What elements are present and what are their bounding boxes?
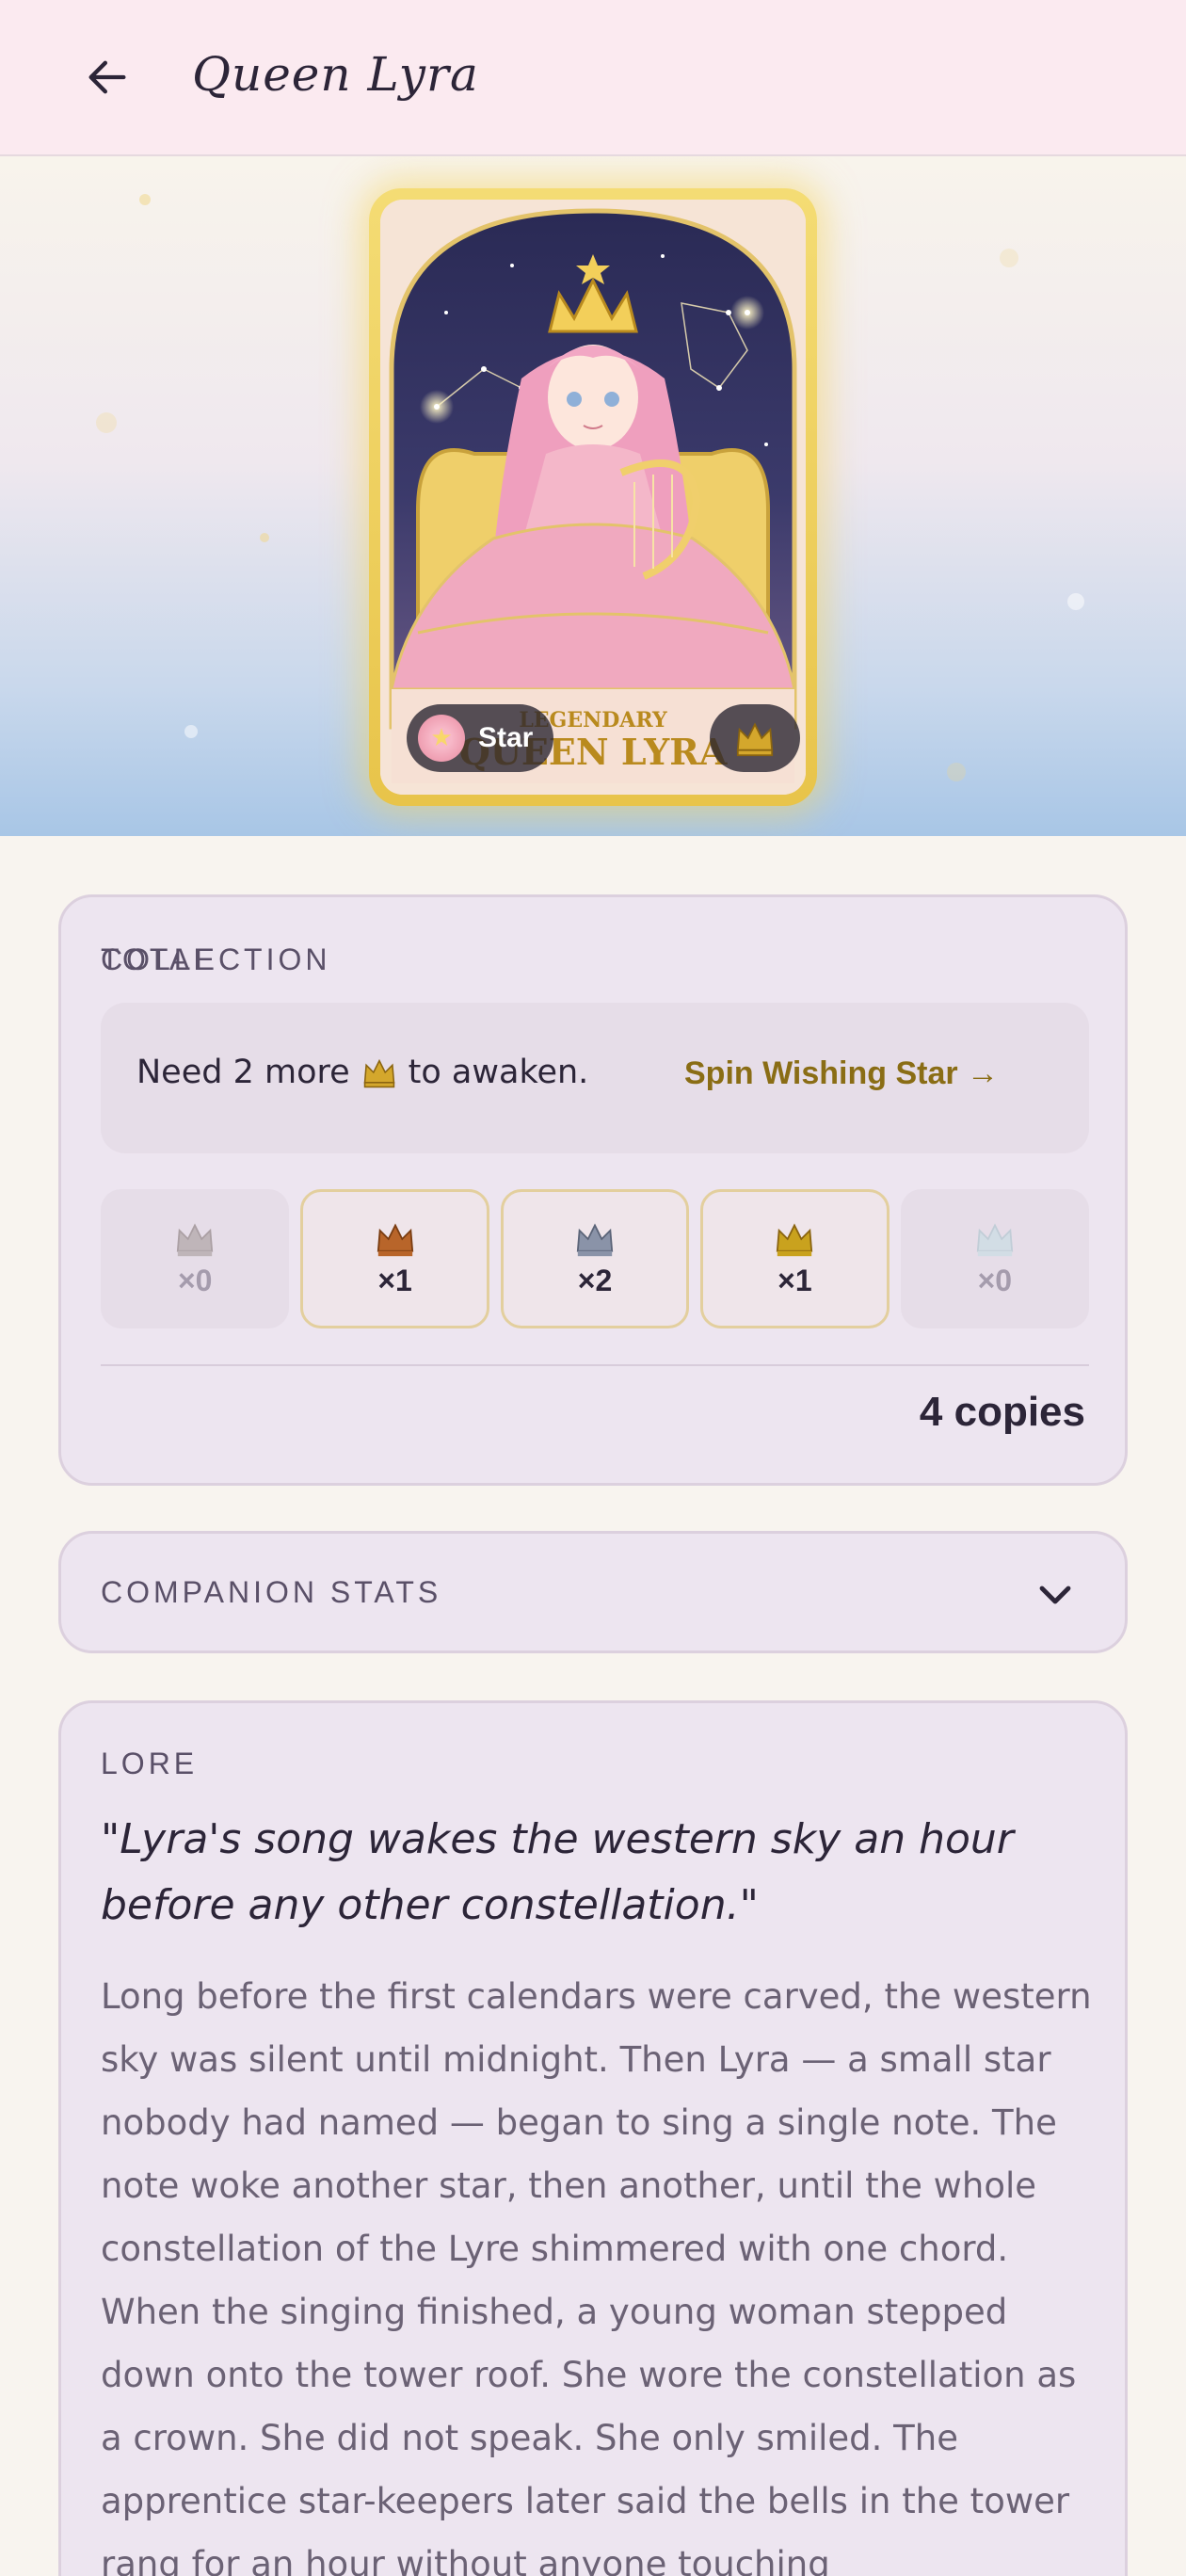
companion-stats-accordion[interactable]: COMPANION STATS (58, 1531, 1128, 1653)
silver-crown-icon (177, 1222, 214, 1256)
tier-steel[interactable]: ×2 (500, 1189, 690, 1328)
diamond-crown-icon (976, 1222, 1013, 1256)
awaken-prefix: Need 2 more (136, 1054, 350, 1091)
gold-crown-icon (736, 722, 774, 757)
tier-count: ×2 (577, 1263, 613, 1297)
tier-gold[interactable]: ×1 (700, 1189, 890, 1328)
awaken-message: Need 2 more to awaken. (136, 1054, 588, 1091)
gold-crown-icon (777, 1222, 813, 1256)
lore-body: Long before the first calendars were car… (101, 1976, 1092, 2576)
star-icon: ★ (418, 715, 465, 762)
back-button[interactable] (73, 43, 141, 111)
sparkle (96, 412, 117, 433)
copy-tiers: ×0 ×1 ×2 ×1 ×0 (101, 1189, 1090, 1328)
awaken-banner: Need 2 more to awaken. Spin Wishing Star… (101, 1003, 1089, 1153)
sparkle (260, 533, 269, 542)
companion-stats-heading: COMPANION STATS (101, 1575, 442, 1609)
arrow-left-icon (88, 60, 126, 94)
total-label: TOTAL (101, 942, 215, 976)
chevron-down-icon[interactable] (1033, 1571, 1078, 1617)
tier-silver[interactable]: ×0 (101, 1189, 290, 1328)
gold-crown-icon (363, 1058, 394, 1088)
bronze-crown-icon (377, 1222, 413, 1256)
page-title: Queen Lyra (192, 47, 479, 102)
tier-bronze[interactable]: ×1 (300, 1189, 489, 1328)
hero-banner: LEGENDARY QUEEN LYRA ★ Star (0, 156, 1186, 836)
tier-diamond[interactable]: ×0 (900, 1189, 1090, 1328)
tier-count: ×0 (977, 1263, 1013, 1297)
tier-count: ×1 (777, 1263, 812, 1297)
lore-heading: LORE (101, 1747, 199, 1780)
element-chip[interactable]: ★ Star (407, 704, 554, 772)
element-label: Star (478, 722, 534, 753)
top-app-bar: Queen Lyra (0, 0, 1186, 156)
tier-count: ×0 (177, 1263, 213, 1297)
sparkle (1067, 593, 1084, 610)
collection-panel: COLLECTION Need 2 more to awaken. Spin W… (58, 894, 1128, 1486)
awaken-suffix: to awaken. (408, 1054, 589, 1091)
crown-badge[interactable] (710, 704, 800, 772)
sparkle (1000, 249, 1018, 267)
lore-panel: LORE "Lyra's song wakes the western sky … (58, 1700, 1128, 2576)
lore-quote: "Lyra's song wakes the western sky an ho… (101, 1815, 1014, 1929)
spin-wishing-star-link[interactable]: Spin Wishing Star → (684, 1055, 999, 1092)
steel-crown-icon (576, 1222, 614, 1256)
character-card[interactable]: LEGENDARY QUEEN LYRA ★ Star (369, 188, 817, 806)
divider (101, 1364, 1089, 1366)
tier-count: ×1 (377, 1263, 412, 1297)
sparkle (139, 194, 151, 205)
total-value: 4 copies (919, 1389, 1085, 1435)
sparkle (184, 725, 198, 738)
sparkle (947, 763, 966, 781)
